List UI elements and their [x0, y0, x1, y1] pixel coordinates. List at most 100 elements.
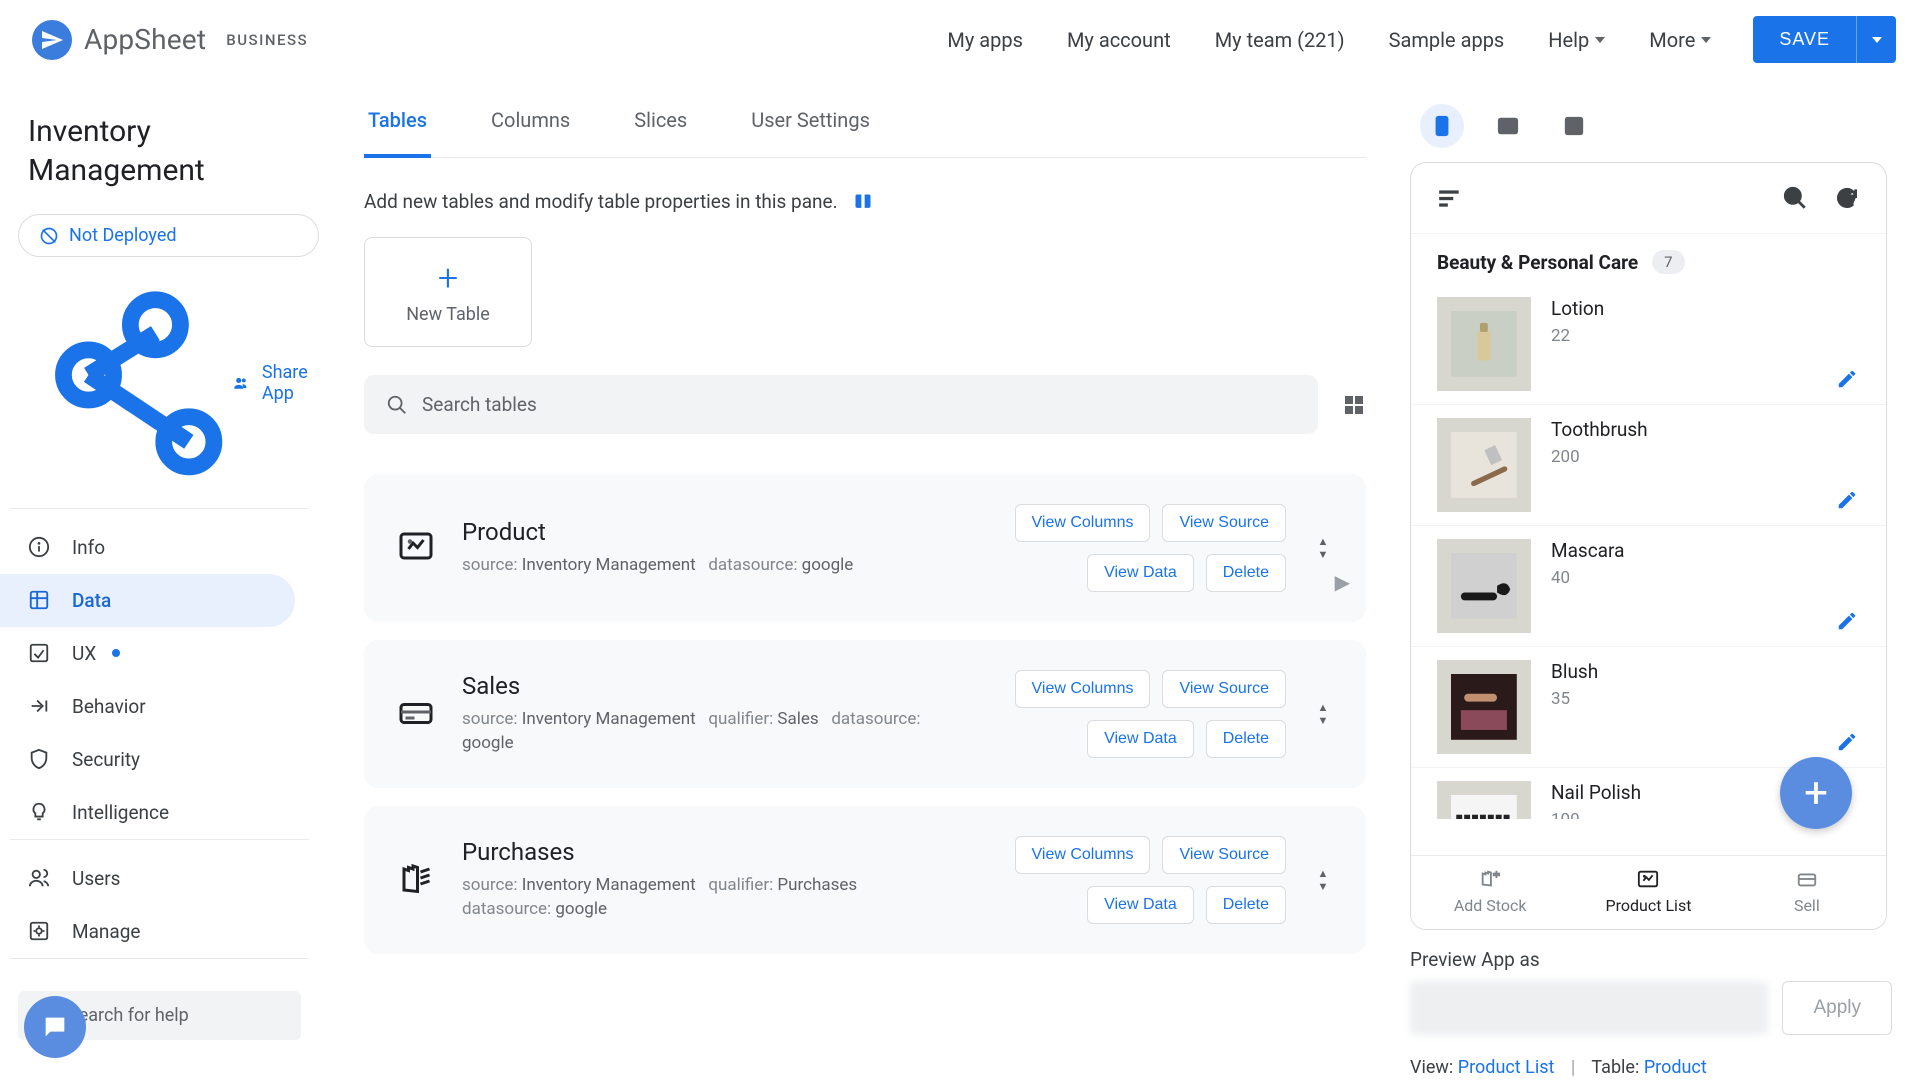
device-tablet-button[interactable]	[1486, 104, 1530, 148]
table-meta: source: Inventory Management qualifier: …	[462, 708, 958, 756]
add-fab[interactable]: +	[1780, 757, 1852, 829]
product-row[interactable]: Lotion 22	[1411, 284, 1886, 404]
new-table-button[interactable]: + New Table	[364, 237, 532, 347]
delete-button[interactable]: Delete	[1206, 554, 1286, 592]
product-row[interactable]: Blush 35	[1411, 646, 1886, 767]
product-qty: 100	[1551, 810, 1641, 819]
phone-preview: Beauty & Personal Care 7 Lotion 22 Tooth…	[1410, 162, 1887, 930]
table-link[interactable]: Product	[1644, 1057, 1707, 1078]
sidebar-item-behavior[interactable]: Behavior	[0, 680, 295, 733]
device-fullscreen-button[interactable]	[1552, 104, 1596, 148]
tab-slices[interactable]: Slices	[630, 108, 691, 157]
product-image	[1437, 297, 1531, 391]
edit-icon[interactable]	[1836, 368, 1858, 390]
sell-icon	[1794, 868, 1820, 890]
nav-my-account[interactable]: My account	[1067, 28, 1171, 52]
table-meta: source: Inventory Management qualifier: …	[462, 874, 958, 922]
sidebar-item-data[interactable]: Data	[0, 574, 295, 627]
search-tables-input[interactable]: Search tables	[364, 375, 1318, 434]
collapse-preview-icon[interactable]: ▶	[1335, 570, 1350, 594]
product-row[interactable]: Mascara 40	[1411, 525, 1886, 646]
book-icon[interactable]	[850, 192, 876, 212]
category-header: Beauty & Personal Care 7	[1411, 234, 1886, 284]
product-list-icon	[1635, 868, 1661, 890]
expand-icon[interactable]: ▲▼	[1314, 868, 1332, 892]
preview-as-label: Preview App as	[1410, 948, 1892, 971]
apply-button[interactable]: Apply	[1782, 981, 1892, 1035]
view-data-button[interactable]: View Data	[1087, 720, 1194, 758]
view-columns-button[interactable]: View Columns	[1015, 836, 1151, 874]
plus-icon: +	[438, 260, 458, 296]
edit-icon[interactable]	[1836, 489, 1858, 511]
preview-tab-product-list[interactable]: Product List	[1569, 856, 1727, 929]
table-card[interactable]: Product source: Inventory Management dat…	[364, 474, 1366, 622]
view-data-button[interactable]: View Data	[1087, 554, 1194, 592]
preview-tab-add-stock[interactable]: Add Stock	[1411, 856, 1569, 929]
delete-button[interactable]: Delete	[1206, 720, 1286, 758]
view-source-button[interactable]: View Source	[1162, 504, 1286, 542]
nav-help[interactable]: Help	[1548, 28, 1605, 52]
view-data-button[interactable]: View Data	[1087, 886, 1194, 924]
table-name: Product	[462, 518, 958, 546]
subtext: Add new tables and modify table properti…	[364, 190, 1366, 213]
tab-user-settings[interactable]: User Settings	[747, 108, 874, 157]
view-columns-button[interactable]: View Columns	[1015, 670, 1151, 708]
product-list[interactable]: Lotion 22 Toothbrush 200 Mascara 40 Bl	[1411, 284, 1886, 819]
view-link[interactable]: Product List	[1458, 1057, 1555, 1078]
category-title: Beauty & Personal Care	[1437, 251, 1638, 274]
product-qty: 40	[1551, 568, 1624, 588]
table-card[interactable]: Purchases source: Inventory Management q…	[364, 806, 1366, 954]
sort-icon[interactable]	[1437, 185, 1463, 211]
sidebar-item-info[interactable]: Info	[0, 521, 295, 574]
category-count: 7	[1652, 250, 1684, 274]
table-name: Purchases	[462, 838, 958, 866]
sidebar-item-users[interactable]: Users	[0, 852, 295, 905]
device-mobile-button[interactable]	[1420, 104, 1464, 148]
refresh-icon[interactable]	[1834, 185, 1860, 211]
appsheet-logo-icon	[32, 20, 72, 60]
search-icon	[386, 394, 408, 416]
search-icon[interactable]	[1782, 185, 1808, 211]
share-app-link[interactable]: Share App	[0, 273, 319, 508]
not-deployed-chip[interactable]: Not Deployed	[18, 214, 319, 257]
save-dropdown-button[interactable]	[1856, 16, 1896, 63]
expand-icon[interactable]: ▲▼	[1314, 702, 1332, 726]
not-deployed-icon	[39, 226, 59, 246]
nav-my-apps[interactable]: My apps	[947, 28, 1023, 52]
header-nav: My apps My account My team (221) Sample …	[947, 28, 1711, 52]
product-qty: 35	[1551, 689, 1598, 709]
sidebar-item-ux[interactable]: UX	[0, 627, 295, 680]
sidebar-item-intelligence[interactable]: Intelligence	[0, 786, 295, 839]
shield-icon	[28, 748, 50, 770]
table-actions: View Columns View Source View Data Delet…	[986, 836, 1286, 924]
app-header: AppSheet BUSINESS My apps My account My …	[0, 0, 1920, 80]
tab-tables[interactable]: Tables	[364, 108, 431, 158]
brand-group[interactable]: AppSheet BUSINESS	[32, 20, 308, 60]
nav-sample-apps[interactable]: Sample apps	[1389, 28, 1505, 52]
view-source-button[interactable]: View Source	[1162, 836, 1286, 874]
delete-button[interactable]: Delete	[1206, 886, 1286, 924]
nav-more[interactable]: More	[1649, 28, 1711, 52]
mobile-icon	[1431, 115, 1453, 137]
grid-view-icon[interactable]	[1342, 393, 1366, 417]
view-columns-button[interactable]: View Columns	[1015, 504, 1151, 542]
open-external-icon	[1563, 115, 1585, 137]
edit-icon[interactable]	[1836, 610, 1858, 632]
expand-icon[interactable]: ▲▼	[1314, 536, 1332, 560]
nav-my-team[interactable]: My team (221)	[1215, 28, 1345, 52]
view-source-button[interactable]: View Source	[1162, 670, 1286, 708]
tablet-icon	[1497, 115, 1519, 137]
preview-header	[1411, 163, 1886, 234]
table-actions: View Columns View Source View Data Delet…	[986, 670, 1286, 758]
sidebar-item-manage[interactable]: Manage	[0, 905, 295, 958]
product-row[interactable]: Toothbrush 200	[1411, 404, 1886, 525]
edit-icon[interactable]	[1836, 731, 1858, 753]
table-card[interactable]: Sales source: Inventory Management quali…	[364, 640, 1366, 788]
sidebar-item-security[interactable]: Security	[0, 733, 295, 786]
tab-columns[interactable]: Columns	[487, 108, 574, 157]
save-button[interactable]: SAVE	[1753, 16, 1856, 63]
preview-tab-sell[interactable]: Sell	[1728, 856, 1886, 929]
tier-badge: BUSINESS	[226, 31, 308, 49]
chat-fab[interactable]	[24, 996, 86, 1058]
preview-as-input[interactable]	[1410, 981, 1768, 1035]
